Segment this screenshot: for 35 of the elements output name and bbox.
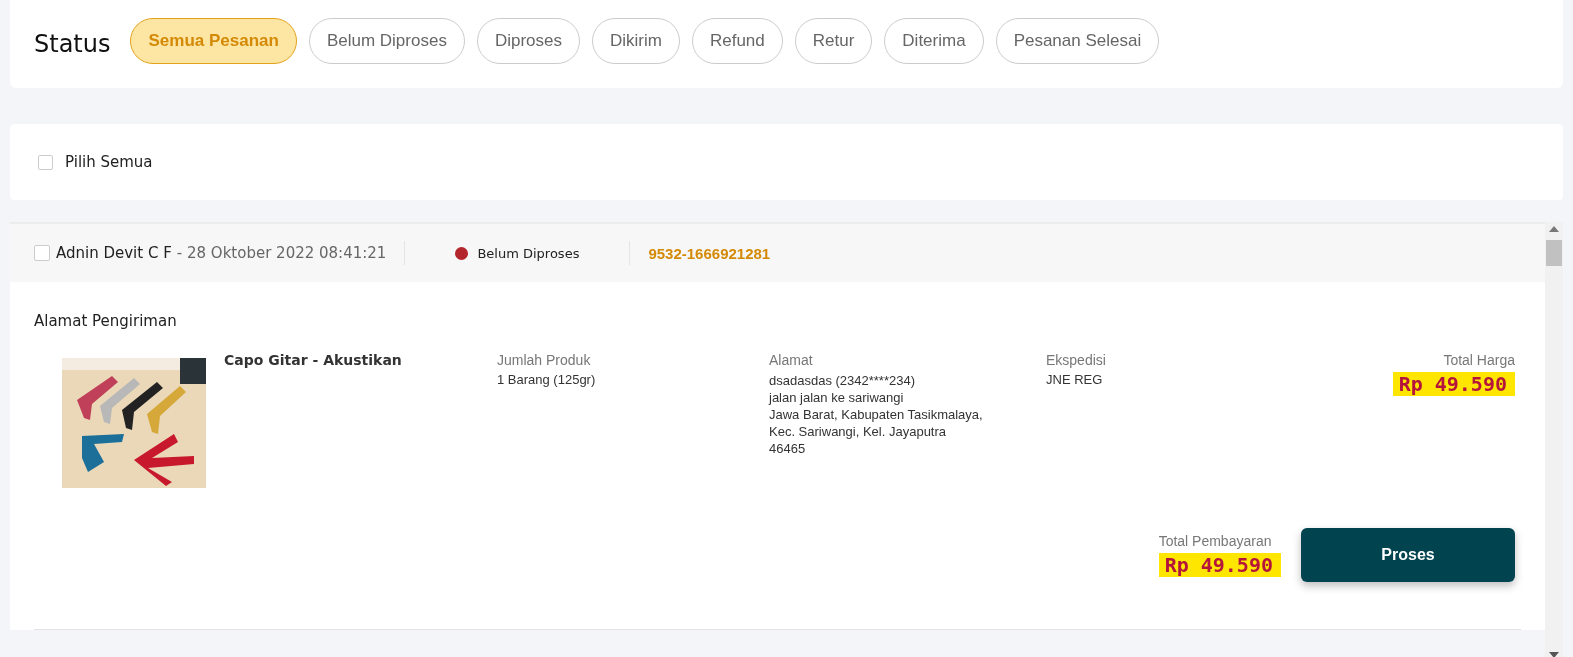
process-button[interactable]: Proses — [1301, 528, 1515, 582]
status-tab[interactable]: Pesanan Selesai — [995, 18, 1160, 64]
section-title: Alamat Pengiriman — [34, 312, 178, 330]
scrollbar[interactable] — [1545, 222, 1563, 657]
total-payment: Rp 49.590 — [1158, 553, 1281, 577]
courier-label: Ekspedisi — [1046, 352, 1107, 368]
address-line: 46465 — [769, 440, 807, 457]
scroll-down-icon[interactable] — [1549, 652, 1559, 657]
status-tab[interactable]: Refund — [691, 18, 783, 64]
checkbox[interactable] — [38, 154, 53, 170]
checkbox[interactable] — [34, 245, 50, 261]
address-label: Alamat — [769, 352, 814, 368]
total-price-label: Total Harga — [1442, 352, 1515, 368]
courier-value: JNE REG — [1046, 372, 1104, 387]
select-all-label: Pilih Semua — [65, 153, 153, 171]
address-line: Kec. Sariwangi, Kel. Jayaputra — [769, 423, 948, 440]
status-tab[interactable]: Belum Diproses — [308, 18, 465, 64]
scroll-thumb[interactable] — [1546, 240, 1562, 266]
order-status: Belum Diproses — [477, 245, 580, 261]
total-payment-label: Total Pembayaran — [1158, 533, 1273, 549]
buyer-name: Adnin Devit C F — [56, 244, 172, 262]
order-date: - 28 Oktober 2022 08:41:21 — [176, 244, 387, 262]
total-price: Rp 49.590 — [1392, 372, 1515, 396]
quantity-label: Jumlah Produk — [497, 352, 592, 368]
status-tab[interactable]: Diproses — [476, 18, 580, 64]
product-name: Capo Gitar - Akustikan — [224, 352, 403, 370]
status-title: Status — [34, 30, 111, 58]
status-tab[interactable]: Dikirim — [592, 18, 680, 64]
address-line: dsadasdas (2342****234) — [769, 372, 916, 389]
quantity-value: 1 Barang (125gr) — [497, 372, 597, 387]
address-line: jalan jalan ke sariwangi — [769, 389, 905, 406]
address-line: Jawa Barat, Kabupaten Tasikmalaya, — [769, 406, 984, 423]
status-tab[interactable]: Retur — [794, 18, 873, 64]
scroll-up-icon[interactable] — [1549, 226, 1559, 232]
status-tab[interactable]: Diterima — [884, 18, 984, 64]
